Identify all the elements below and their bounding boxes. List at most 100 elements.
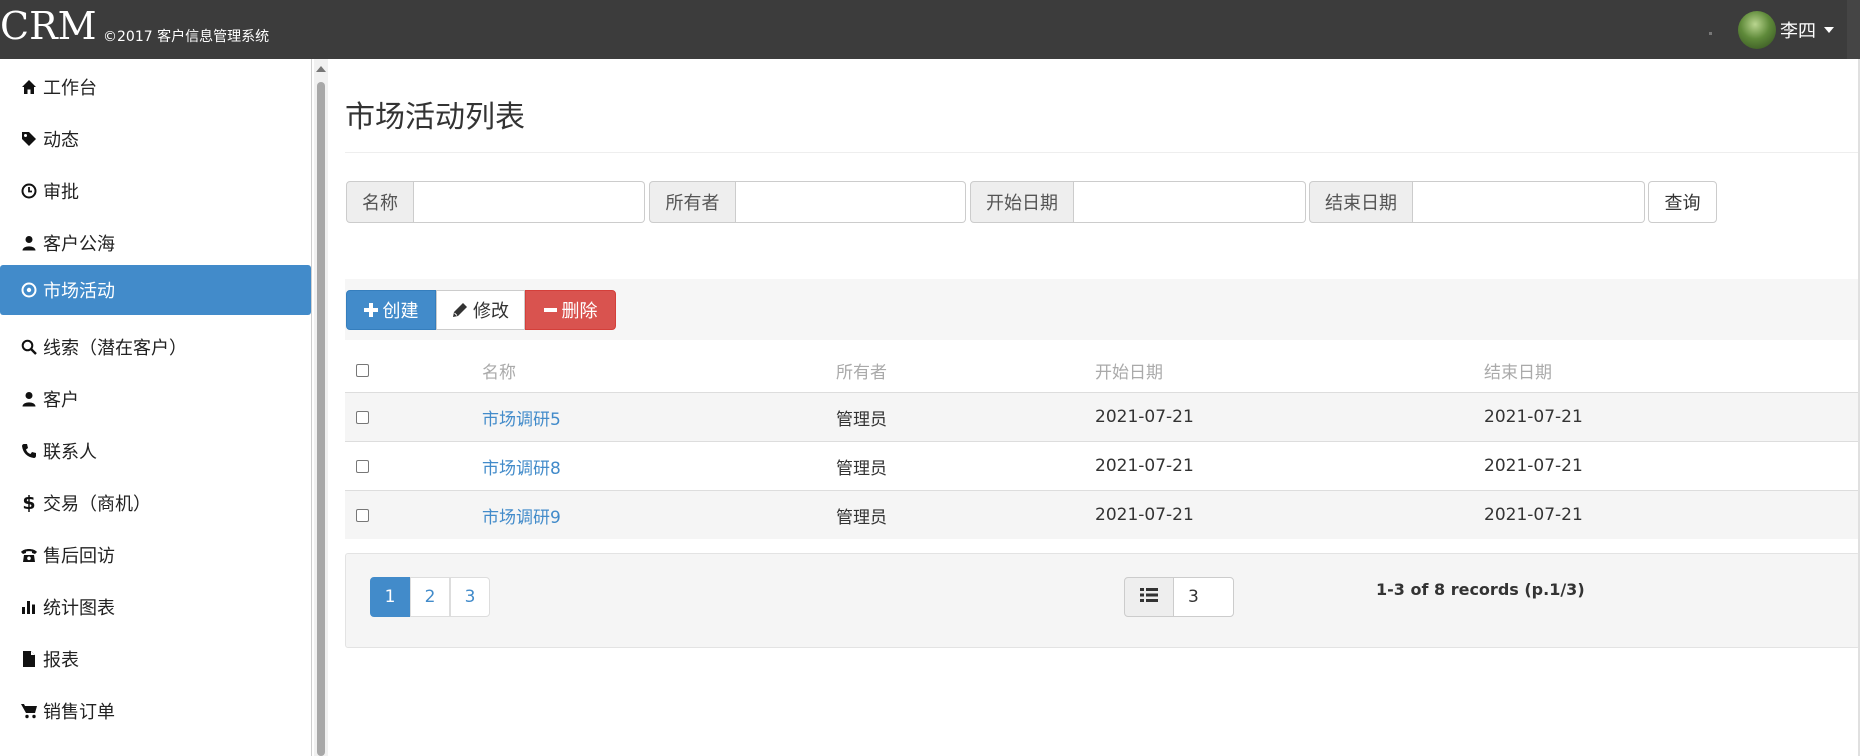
phone-alt-icon <box>19 547 39 563</box>
user-icon <box>19 391 39 407</box>
scrollbar-thumb[interactable] <box>317 82 325 756</box>
filter-start-date-group: 开始日期 <box>970 181 1306 223</box>
sidebar-item-activity-feed[interactable]: 动态 <box>0 114 311 164</box>
activity-table: 名称 所有者 开始日期 结束日期 市场调研5 管理员 2021-07-21 20… <box>345 348 1860 539</box>
filter-name-group: 名称 <box>346 181 645 223</box>
sidebar-item-customers[interactable]: 客户 <box>0 374 311 424</box>
sidebar-divider <box>311 59 312 756</box>
filter-owner-group: 所有者 <box>649 181 966 223</box>
row-checkbox[interactable] <box>356 459 369 473</box>
sidebar-item-workbench[interactable]: 工作台 <box>0 62 311 112</box>
sidebar-item-label: 统计图表 <box>43 598 115 619</box>
plus-icon <box>363 303 378 317</box>
filter-start-date-label: 开始日期 <box>970 181 1074 223</box>
sidebar-item-label: 审批 <box>43 182 79 203</box>
activity-name-link[interactable]: 市场调研5 <box>482 393 561 441</box>
separator-dot <box>1709 32 1712 35</box>
cart-icon <box>19 703 39 719</box>
sidebar-item-label: 线索（潜在客户） <box>43 338 187 359</box>
sidebar-item-sales-orders[interactable]: 销售订单 <box>0 686 311 736</box>
column-header-name[interactable]: 名称 <box>482 348 516 392</box>
sidebar-item-label: 工作台 <box>43 78 97 99</box>
end-date-cell: 2021-07-21 <box>1484 505 1583 525</box>
query-button[interactable]: 查询 <box>1648 181 1717 223</box>
page-title: 市场活动列表 <box>345 100 525 135</box>
start-date-cell: 2021-07-21 <box>1095 456 1194 476</box>
home-icon <box>19 79 39 95</box>
filter-end-date-input[interactable] <box>1413 181 1645 223</box>
phone-icon <box>19 443 39 459</box>
edit-button[interactable]: 修改 <box>436 290 525 330</box>
pencil-icon <box>452 302 468 318</box>
sidebar-item-deals[interactable]: $ 交易（商机） <box>0 478 311 528</box>
search-icon <box>19 339 39 355</box>
sidebar-item-label: 客户公海 <box>43 234 115 255</box>
sidebar-item-marketing[interactable]: 市场活动 <box>0 265 311 315</box>
filter-name-input[interactable] <box>414 181 645 223</box>
user-avatar[interactable] <box>1738 11 1776 49</box>
table-row[interactable]: 市场调研8 管理员 2021-07-21 2021-07-21 <box>345 442 1860 491</box>
filter-end-date-label: 结束日期 <box>1309 181 1413 223</box>
row-select-cell <box>356 393 369 441</box>
row-checkbox[interactable] <box>356 508 369 522</box>
user-menu[interactable]: 李四 <box>1738 11 1834 49</box>
filter-owner-input[interactable] <box>736 181 966 223</box>
list-icon <box>1140 587 1158 607</box>
sidebar-item-statistics[interactable]: 统计图表 <box>0 582 311 632</box>
brand-logo[interactable]: CRM <box>0 4 97 48</box>
start-date-cell: 2021-07-21 <box>1095 407 1194 427</box>
sidebar-item-label: 售后回访 <box>43 546 115 567</box>
filter-name-label: 名称 <box>346 181 414 223</box>
sidebar-item-label: 交易（商机） <box>43 494 151 515</box>
records-summary: 1-3 of 8 records (p.1/3) <box>1376 580 1585 599</box>
delete-button[interactable]: 删除 <box>525 290 616 330</box>
scroll-up-arrow-icon[interactable] <box>316 66 326 72</box>
create-button[interactable]: 创建 <box>346 290 436 330</box>
filter-owner-label: 所有者 <box>649 181 736 223</box>
sidebar-item-reports[interactable]: 报表 <box>0 634 311 684</box>
page-3-button[interactable]: 3 <box>450 577 490 617</box>
user-name[interactable]: 李四 <box>1780 17 1816 43</box>
activity-name-link[interactable]: 市场调研9 <box>482 491 561 539</box>
rows-per-page-input[interactable]: 3 <box>1173 577 1234 617</box>
dollar-icon: $ <box>22 492 36 514</box>
filter-start-date-input[interactable] <box>1074 181 1306 223</box>
row-select-cell <box>356 442 369 490</box>
owner-cell: 管理员 <box>836 458 887 479</box>
table-row[interactable]: 市场调研9 管理员 2021-07-21 2021-07-21 <box>345 491 1860 539</box>
copyright-text: ©2017 客户信息管理系统 <box>103 29 270 45</box>
table-row[interactable]: 市场调研5 管理员 2021-07-21 2021-07-21 <box>345 393 1860 442</box>
sidebar-item-approval[interactable]: 审批 <box>0 166 311 216</box>
delete-button-label: 删除 <box>561 301 598 322</box>
sidebar-item-public-customers[interactable]: 客户公海 <box>0 218 311 268</box>
page-1-button[interactable]: 1 <box>370 577 410 617</box>
file-icon <box>19 651 39 667</box>
top-navbar: CRM ©2017 客户信息管理系统 李四 <box>0 0 1860 59</box>
window-scrollbar[interactable] <box>1847 0 1860 59</box>
owner-cell: 管理员 <box>836 507 887 528</box>
sidebar-item-contacts[interactable]: 联系人 <box>0 426 311 476</box>
column-header-end-date[interactable]: 结束日期 <box>1484 348 1552 392</box>
column-header-start-date[interactable]: 开始日期 <box>1095 348 1163 392</box>
edit-button-label: 修改 <box>473 301 509 322</box>
sidebar: 工作台 动态 审批 客户公海 市场活动 线索（潜在客户） 客户 联系人 $ 交易… <box>0 59 312 756</box>
sidebar-item-after-sales[interactable]: 售后回访 <box>0 530 311 580</box>
table-header-row: 名称 所有者 开始日期 结束日期 <box>345 348 1860 393</box>
row-select-cell <box>356 491 369 539</box>
end-date-cell: 2021-07-21 <box>1484 456 1583 476</box>
caret-down-icon[interactable] <box>1824 27 1834 33</box>
sidebar-item-label: 销售订单 <box>43 702 115 723</box>
page-2-button[interactable]: 2 <box>410 577 450 617</box>
title-divider <box>345 152 1860 153</box>
sidebar-item-label: 报表 <box>43 650 79 671</box>
sidebar-item-label: 市场活动 <box>43 281 115 302</box>
owner-cell: 管理员 <box>836 409 887 430</box>
activity-name-link[interactable]: 市场调研8 <box>482 442 561 490</box>
select-all-checkbox[interactable] <box>356 363 369 377</box>
row-checkbox[interactable] <box>356 410 369 424</box>
user-icon <box>19 235 39 251</box>
clock-icon <box>19 183 39 199</box>
start-date-cell: 2021-07-21 <box>1095 505 1194 525</box>
sidebar-item-leads[interactable]: 线索（潜在客户） <box>0 322 311 372</box>
column-header-owner[interactable]: 所有者 <box>836 348 887 392</box>
